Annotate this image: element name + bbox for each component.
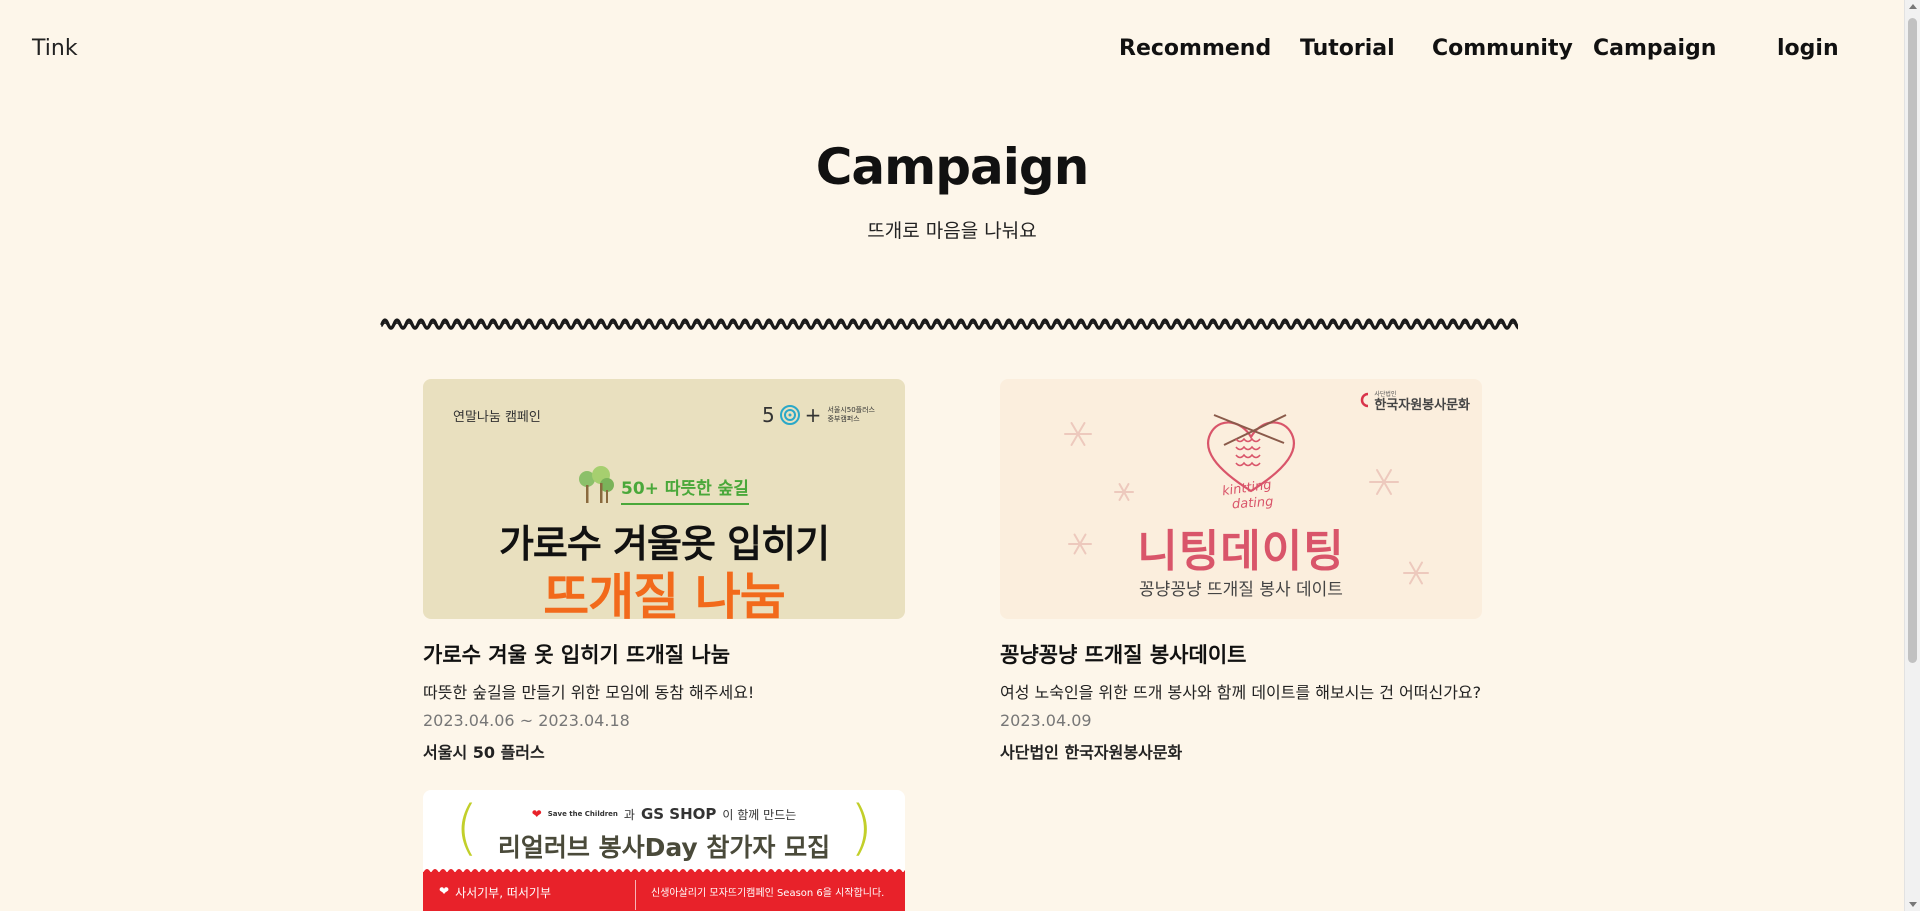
scroll-down-icon[interactable] (1909, 902, 1917, 907)
scroll-thumb[interactable] (1908, 18, 1917, 663)
page-title: Campaign (815, 138, 1090, 196)
nav-community[interactable]: Community (1432, 36, 1573, 61)
site-header: Tink Recommend Tutorial Community Campai… (0, 0, 1904, 100)
scroll-up-icon[interactable] (1909, 4, 1917, 9)
card-title[interactable]: 가로수 겨울 옷 입히기 뜨개질 나눔 (423, 639, 905, 669)
campaign-card-image[interactable]: 사단법인 한국자원봉사문화 kintting dating 니팅데이팅 꽁냥꽁냥… (1000, 379, 1482, 619)
page-subtitle: 뜨개로 마음을 나눠요 (867, 220, 1037, 242)
partner-logo: 5 + 서울시50플러스 중부캠퍼스 (761, 403, 875, 427)
nav-recommend[interactable]: Recommend (1119, 36, 1271, 61)
card-date: 2023.04.06 ~ 2023.04.18 (423, 711, 630, 730)
nav-tutorial[interactable]: Tutorial (1300, 36, 1395, 61)
script-dating: dating (1231, 494, 1274, 513)
scallop-edge (423, 869, 905, 873)
red-banner: ❤ 사서기부, 떠서기부 신생아살리기 모자뜨기캠페인 Season 6을 시작… (423, 869, 905, 911)
campaign-card[interactable]: ( ) ❤ Save the Children 과 GS SHOP 이 함께 만… (423, 790, 905, 911)
campaign-tag: 연말나눔 캠페인 (453, 410, 541, 425)
knit-wave-divider (380, 318, 1518, 330)
campaign-card-image[interactable]: 연말나눔 캠페인 5 + 서울시50플러스 중부캠퍼스 50+ 따뜻한 숲길 가… (423, 379, 905, 619)
card-organizer: 사단법인 한국자원봉사문화 (1000, 743, 1183, 762)
campaign-highlight: 뜨개질 나눔 (543, 568, 785, 619)
logo[interactable]: Tink (32, 36, 78, 61)
save-the-children-icon: ❤ (531, 807, 542, 821)
card-title[interactable]: 꽁냥꽁냥 뜨개질 봉사데이트 (1000, 639, 1482, 669)
campaign-headline: 리얼러브 봉사Day 참가자 모집 (497, 833, 831, 862)
target-icon (779, 405, 800, 425)
card-date: 2023.04.09 (1000, 711, 1092, 730)
campaign-sub: 꽁냥꽁냥 뜨개질 봉사 데이트 (1139, 580, 1343, 600)
heart-icon: ❤ (439, 884, 450, 898)
card-description: 따뜻한 숲길을 만들기 위한 모임에 동참 해주세요! (423, 683, 755, 702)
campaign-card[interactable]: 연말나눔 캠페인 5 + 서울시50플러스 중부캠퍼스 50+ 따뜻한 숲길 가… (423, 379, 905, 763)
campaign-card-image[interactable]: ( ) ❤ Save the Children 과 GS SHOP 이 함께 만… (423, 790, 905, 911)
card-description: 여성 노숙인을 위한 뜨개 봉사와 함께 데이트를 해보시는 건 어떠신가요? (1000, 683, 1482, 702)
nav-campaign[interactable]: Campaign (1593, 36, 1716, 61)
banner-divider (635, 880, 636, 910)
card-organizer: 서울시 50 플러스 (423, 743, 545, 762)
page-scrollbar[interactable] (1904, 0, 1920, 911)
forest-label: 50+ 따뜻한 숲길 (577, 465, 749, 505)
tree-icon (579, 466, 614, 503)
campaign-card[interactable]: 사단법인 한국자원봉사문화 kintting dating 니팅데이팅 꽁냥꽁냥… (1000, 379, 1482, 763)
campaign-headline: 니팅데이팅 (1137, 526, 1345, 577)
partners-line: ❤ Save the Children 과 GS SHOP 이 함께 만드는 (531, 805, 797, 823)
nav-login[interactable]: login (1777, 36, 1839, 61)
